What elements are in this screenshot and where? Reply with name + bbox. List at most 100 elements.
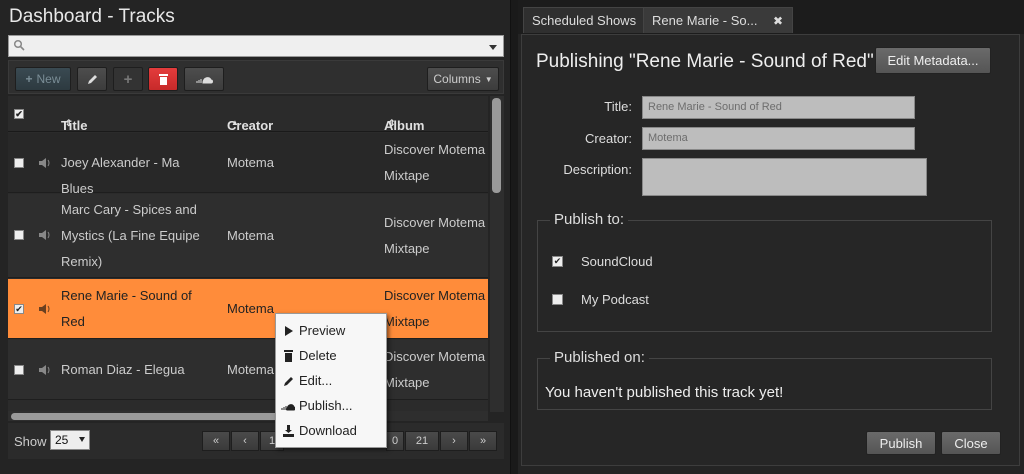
creator-label: Creator:: [585, 131, 632, 146]
table-footer: Show 25 « ‹ 1 0 21 › »: [8, 423, 504, 459]
page-size-value: 25: [55, 433, 69, 447]
publish-button[interactable]: Publish: [866, 431, 936, 455]
page-button[interactable]: 0: [386, 431, 404, 451]
table-row[interactable]: Joey Alexander - Ma Blues Motema Discove…: [8, 133, 488, 196]
title-line: Red: [61, 314, 85, 329]
tracks-table: ✔ Title ⇕ Creator ▲ Album ⇕ Joey Alexand…: [8, 96, 488, 412]
publish-status-message: You haven't published this track yet!: [545, 384, 784, 401]
tab-label: Rene Marie - So...: [652, 13, 758, 28]
table-row[interactable]: Roman Diaz - Elegua Motema Discover Mote…: [8, 340, 488, 400]
prev-page-button[interactable]: ‹: [231, 431, 259, 451]
sort-icon: ⇕: [65, 118, 73, 128]
table-row[interactable]: Marc Cary - Spices and Mystics (La Fine E…: [8, 194, 488, 278]
chevron-down-icon[interactable]: [489, 45, 497, 50]
creator-field[interactable]: Motema: [642, 127, 915, 150]
next-page-button[interactable]: ›: [440, 431, 468, 451]
edit-button[interactable]: [77, 67, 107, 91]
soundcloud-label: SoundCloud: [581, 254, 653, 269]
new-button-label: New: [36, 72, 61, 86]
publish-heading: Publishing "Rene Marie - Sound of Red": [536, 51, 874, 72]
album-line: Mixtape: [384, 241, 430, 256]
my-podcast-label: My Podcast: [581, 292, 649, 307]
speaker-icon[interactable]: [38, 229, 52, 241]
tab-scheduled-shows[interactable]: Scheduled Shows: [523, 7, 646, 33]
horizontal-scrollbar[interactable]: [8, 411, 488, 421]
edit-metadata-button[interactable]: Edit Metadata...: [875, 47, 991, 74]
page-size-select[interactable]: 25: [50, 430, 90, 450]
speaker-icon[interactable]: [38, 157, 52, 169]
title-label: Title:: [604, 99, 632, 114]
track-creator: Motema: [227, 362, 274, 377]
row-checkbox[interactable]: [14, 365, 24, 375]
row-checkbox[interactable]: [14, 158, 24, 168]
download-icon: [283, 425, 294, 437]
vertical-scrollbar[interactable]: [490, 96, 504, 412]
caret-down-icon: ▼: [484, 74, 493, 84]
track-album: Discover Motema I Mixtape: [384, 283, 488, 335]
new-button[interactable]: + New: [15, 67, 71, 91]
columns-button[interactable]: Columns ▼: [427, 67, 499, 91]
menu-item-label: Publish...: [299, 398, 353, 413]
search-input[interactable]: [8, 35, 504, 57]
album-line: Discover Motema I: [384, 142, 488, 157]
menu-item-publish[interactable]: Publish...: [276, 394, 386, 418]
toolbar: + New + Columns ▼: [8, 60, 504, 94]
description-label: Description:: [563, 162, 632, 177]
speaker-icon[interactable]: [38, 364, 52, 376]
add-to-playlist-button[interactable]: +: [113, 67, 143, 91]
menu-item-label: Delete: [299, 348, 337, 363]
speaker-icon[interactable]: [38, 303, 52, 315]
track-creator: Motema: [227, 301, 274, 316]
row-checkbox[interactable]: ✔: [14, 304, 24, 314]
close-button[interactable]: Close: [941, 431, 1001, 455]
close-icon[interactable]: ✖: [773, 8, 783, 34]
last-page-number-button[interactable]: 21: [405, 431, 439, 451]
description-field[interactable]: [642, 158, 927, 196]
album-line: Mixtape: [384, 314, 430, 329]
pencil-icon: [87, 74, 97, 84]
menu-item-label: Download: [299, 423, 357, 438]
play-icon: [285, 326, 293, 336]
menu-item-delete[interactable]: Delete: [276, 344, 386, 368]
title-line: Marc Cary - Spices and: [61, 202, 197, 217]
publish-pane: Scheduled Shows Rene Marie - So... ✖ Pub…: [518, 0, 1024, 474]
track-creator: Motema: [227, 228, 274, 243]
select-all-checkbox[interactable]: ✔: [14, 109, 24, 119]
sort-asc-icon: ▲: [231, 118, 239, 127]
track-album: Discover Motema I Mixtape: [384, 137, 488, 189]
table-row-selected[interactable]: ✔ Rene Marie - Sound of Red Motema Discov…: [8, 279, 488, 339]
first-page-button[interactable]: «: [202, 431, 230, 451]
scrollbar-thumb[interactable]: [11, 413, 311, 420]
soundcloud-button[interactable]: [184, 67, 224, 91]
plus-icon: +: [123, 70, 133, 88]
row-checkbox[interactable]: [14, 230, 24, 240]
context-menu: Preview Delete Edit... Publish... Downlo…: [275, 313, 387, 448]
pencil-icon: [284, 377, 293, 386]
soundcloud-checkbox[interactable]: ✔: [552, 256, 563, 267]
show-label: Show: [14, 434, 47, 449]
last-page-button[interactable]: »: [469, 431, 497, 451]
my-podcast-checkbox[interactable]: [552, 294, 563, 305]
publish-to-section: Publish to: ✔ SoundCloud My Podcast: [537, 211, 992, 332]
trash-icon: [284, 350, 293, 362]
scrollbar-thumb[interactable]: [492, 98, 501, 193]
menu-item-label: Preview: [299, 323, 346, 338]
chevron-down-icon: [79, 437, 85, 442]
track-title: Marc Cary - Spices and Mystics (La Fine E…: [61, 197, 211, 275]
track-title: Rene Marie - Sound of Red: [61, 283, 211, 335]
track-creator: Motema: [227, 155, 274, 170]
columns-button-label: Columns: [433, 72, 481, 86]
title-line: Mystics (La Fine Equipe: [61, 228, 200, 243]
album-line: Discover Motema I: [384, 288, 488, 303]
title-line: Remix): [61, 254, 103, 269]
menu-item-download[interactable]: Download: [276, 419, 386, 443]
tab-publish-track[interactable]: Rene Marie - So... ✖: [643, 7, 793, 33]
menu-item-preview[interactable]: Preview: [276, 319, 386, 343]
soundcloud-icon: [281, 404, 295, 411]
title-line: Rene Marie - Sound of: [61, 288, 192, 303]
menu-item-edit[interactable]: Edit...: [276, 369, 386, 393]
sort-icon: ⇕: [388, 118, 396, 128]
delete-button[interactable]: [148, 67, 178, 91]
track-album: Discover Motema I Mixtape: [384, 210, 488, 262]
title-field[interactable]: Rene Marie - Sound of Red: [642, 96, 915, 119]
